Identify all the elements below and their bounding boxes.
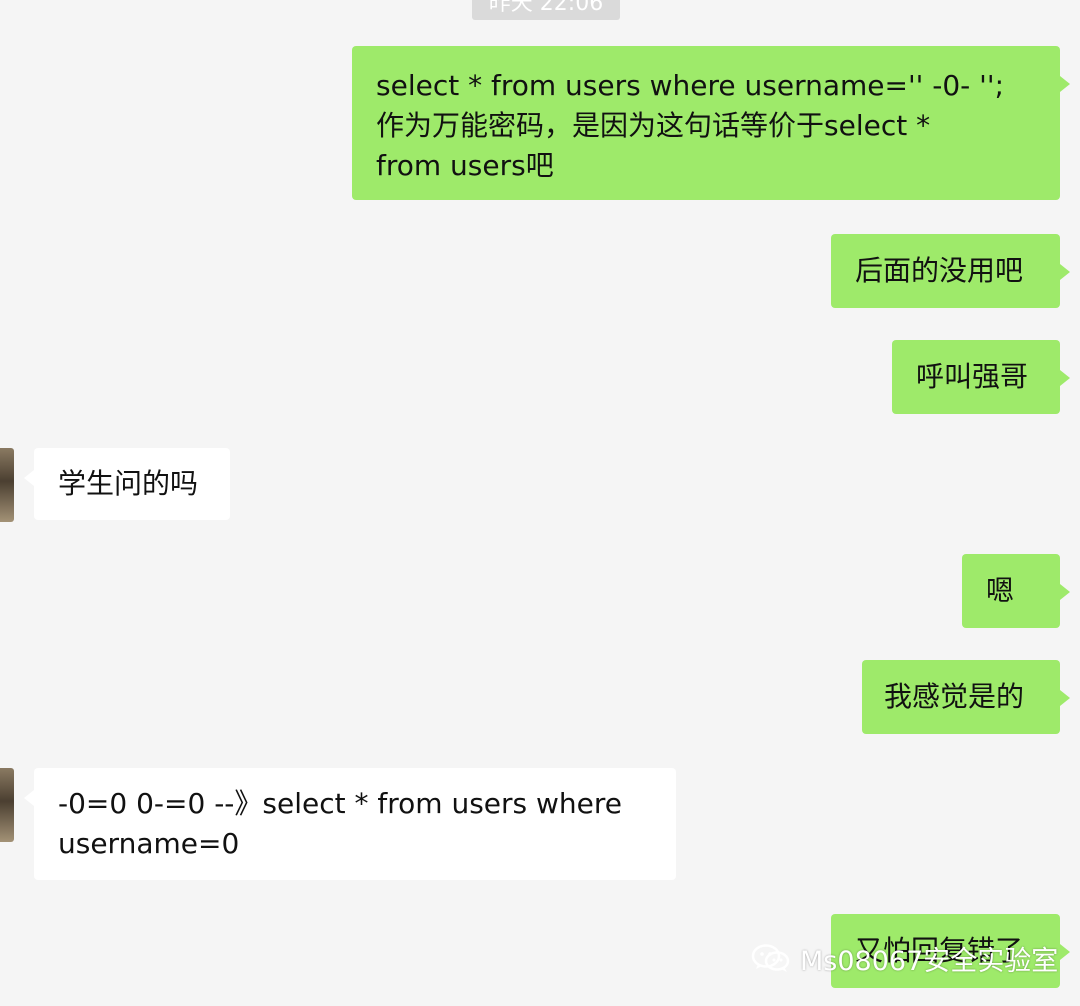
timestamp: 昨天 22:06 — [472, 0, 620, 20]
message-text-line: select * from users where username='' -0… — [376, 69, 1005, 102]
message-text-line: username=0 — [58, 827, 240, 860]
message-bubble-outgoing[interactable]: 我感觉是的 — [862, 660, 1070, 734]
message-bubble-outgoing[interactable]: 后面的没用吧 — [831, 234, 1070, 308]
message-bubble-outgoing[interactable]: 呼叫强哥 — [892, 340, 1070, 414]
wechat-icon — [750, 941, 792, 975]
message-text: 呼叫强哥 — [916, 360, 1029, 393]
message-text: 嗯 — [986, 574, 1015, 607]
message-bubble-outgoing[interactable]: select * from users where username='' -0… — [352, 46, 1070, 200]
watermark-text: Ms08067安全实验室 — [800, 945, 1059, 977]
contact-avatar[interactable] — [0, 768, 14, 842]
message-text: 后面的没用吧 — [855, 254, 1024, 287]
contact-avatar[interactable] — [0, 448, 14, 522]
message-bubble-incoming[interactable]: -0=0 0-=0 --》select * from users where u… — [24, 768, 676, 880]
message-text-line: 作为万能密码，是因为这句话等价于select * — [376, 109, 931, 142]
message-text-line: -0=0 0-=0 --》select * from users where — [58, 787, 623, 820]
message-bubble-outgoing[interactable]: 嗯 — [962, 554, 1070, 628]
message-text: 学生问的吗 — [58, 467, 199, 500]
watermark: Ms08067安全实验室 — [750, 936, 1058, 980]
message-text-line: from users吧 — [376, 149, 554, 182]
message-bubble-incoming[interactable]: 学生问的吗 — [24, 448, 230, 520]
message-text: 我感觉是的 — [884, 680, 1025, 713]
